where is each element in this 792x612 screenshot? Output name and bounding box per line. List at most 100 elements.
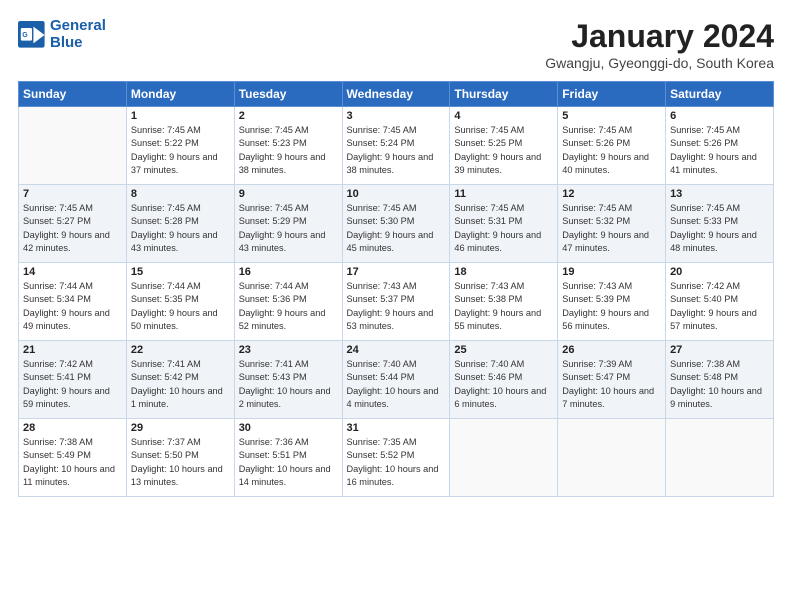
month-title: January 2024 [545,18,774,55]
day-number: 11 [454,188,553,200]
day-detail: Sunrise: 7:40 AM Sunset: 5:44 PM Dayligh… [347,358,446,411]
day-of-week-header: Tuesday [234,82,342,107]
day-of-week-header: Sunday [19,82,127,107]
day-number: 1 [131,110,230,122]
location-subtitle: Gwangju, Gyeonggi-do, South Korea [545,55,774,71]
calendar-day-cell: 27 Sunrise: 7:38 AM Sunset: 5:48 PM Dayli… [666,341,774,419]
calendar-week-row: 14 Sunrise: 7:44 AM Sunset: 5:34 PM Dayli… [19,263,774,341]
day-number: 16 [239,266,338,278]
day-number: 26 [562,344,661,356]
day-detail: Sunrise: 7:45 AM Sunset: 5:22 PM Dayligh… [131,124,230,177]
day-detail: Sunrise: 7:43 AM Sunset: 5:37 PM Dayligh… [347,280,446,333]
calendar-day-cell: 19 Sunrise: 7:43 AM Sunset: 5:39 PM Dayli… [558,263,666,341]
day-number: 30 [239,422,338,434]
day-detail: Sunrise: 7:45 AM Sunset: 5:32 PM Dayligh… [562,202,661,255]
calendar-day-cell: 17 Sunrise: 7:43 AM Sunset: 5:37 PM Dayli… [342,263,450,341]
day-number: 15 [131,266,230,278]
day-of-week-header: Wednesday [342,82,450,107]
calendar-day-cell: 15Sunrise: 7:44 AM Sunset: 5:35 PM Dayli… [126,263,234,341]
logo: G General Blue [18,18,106,51]
day-number: 8 [131,188,230,200]
calendar-day-cell: 13 Sunrise: 7:45 AM Sunset: 5:33 PM Dayli… [666,185,774,263]
calendar-day-cell: 16 Sunrise: 7:44 AM Sunset: 5:36 PM Dayli… [234,263,342,341]
day-detail: Sunrise: 7:43 AM Sunset: 5:39 PM Dayligh… [562,280,661,333]
day-number: 14 [23,266,122,278]
calendar-day-cell: 6Sunrise: 7:45 AM Sunset: 5:26 PM Daylig… [666,107,774,185]
calendar-day-cell: 14 Sunrise: 7:44 AM Sunset: 5:34 PM Dayli… [19,263,127,341]
logo-icon: G [18,21,46,49]
day-number: 3 [347,110,446,122]
day-of-week-header: Saturday [666,82,774,107]
calendar-day-cell: 18 Sunrise: 7:43 AM Sunset: 5:38 PM Dayli… [450,263,558,341]
calendar-day-cell: 20 Sunrise: 7:42 AM Sunset: 5:40 PM Dayli… [666,263,774,341]
day-detail: Sunrise: 7:41 AM Sunset: 5:42 PM Dayligh… [131,358,230,411]
page-header: G General Blue January 2024 Gwangju, Gye… [18,18,774,71]
day-detail: Sunrise: 7:45 AM Sunset: 5:23 PM Dayligh… [239,124,338,177]
calendar-day-cell: 24 Sunrise: 7:40 AM Sunset: 5:44 PM Dayli… [342,341,450,419]
calendar-day-cell: 2 Sunrise: 7:45 AM Sunset: 5:23 PM Daylig… [234,107,342,185]
day-number: 22 [131,344,230,356]
calendar-week-row: 21 Sunrise: 7:42 AM Sunset: 5:41 PM Dayli… [19,341,774,419]
day-detail: Sunrise: 7:37 AM Sunset: 5:50 PM Dayligh… [131,436,230,489]
day-detail: Sunrise: 7:35 AM Sunset: 5:52 PM Dayligh… [347,436,446,489]
day-number: 7 [23,188,122,200]
day-number: 28 [23,422,122,434]
day-detail: Sunrise: 7:44 AM Sunset: 5:36 PM Dayligh… [239,280,338,333]
day-detail: Sunrise: 7:45 AM Sunset: 5:28 PM Dayligh… [131,202,230,255]
calendar-day-cell: 25 Sunrise: 7:40 AM Sunset: 5:46 PM Dayli… [450,341,558,419]
day-detail: Sunrise: 7:45 AM Sunset: 5:33 PM Dayligh… [670,202,769,255]
calendar-day-cell: 8 Sunrise: 7:45 AM Sunset: 5:28 PM Daylig… [126,185,234,263]
empty-day-cell [19,107,127,185]
calendar-day-cell: 30 Sunrise: 7:36 AM Sunset: 5:51 PM Dayli… [234,419,342,497]
calendar-day-cell: 28 Sunrise: 7:38 AM Sunset: 5:49 PM Dayli… [19,419,127,497]
day-number: 4 [454,110,553,122]
day-detail: Sunrise: 7:45 AM Sunset: 5:27 PM Dayligh… [23,202,122,255]
day-detail: Sunrise: 7:45 AM Sunset: 5:29 PM Dayligh… [239,202,338,255]
day-of-week-header: Monday [126,82,234,107]
day-number: 20 [670,266,769,278]
calendar-day-cell: 3 Sunrise: 7:45 AM Sunset: 5:24 PM Daylig… [342,107,450,185]
day-detail: Sunrise: 7:43 AM Sunset: 5:38 PM Dayligh… [454,280,553,333]
day-detail: Sunrise: 7:38 AM Sunset: 5:48 PM Dayligh… [670,358,769,411]
calendar-day-cell: 12 Sunrise: 7:45 AM Sunset: 5:32 PM Dayli… [558,185,666,263]
day-number: 31 [347,422,446,434]
calendar-day-cell: 5Sunrise: 7:45 AM Sunset: 5:26 PM Daylig… [558,107,666,185]
day-number: 29 [131,422,230,434]
calendar-day-cell: 10Sunrise: 7:45 AM Sunset: 5:30 PM Dayli… [342,185,450,263]
calendar-day-cell: 26 Sunrise: 7:39 AM Sunset: 5:47 PM Dayli… [558,341,666,419]
empty-day-cell [450,419,558,497]
day-detail: Sunrise: 7:45 AM Sunset: 5:24 PM Dayligh… [347,124,446,177]
logo-text: General Blue [50,18,106,51]
day-number: 21 [23,344,122,356]
day-detail: Sunrise: 7:41 AM Sunset: 5:43 PM Dayligh… [239,358,338,411]
day-number: 25 [454,344,553,356]
day-detail: Sunrise: 7:44 AM Sunset: 5:34 PM Dayligh… [23,280,122,333]
calendar-day-cell: 11 Sunrise: 7:45 AM Sunset: 5:31 PM Dayli… [450,185,558,263]
day-detail: Sunrise: 7:36 AM Sunset: 5:51 PM Dayligh… [239,436,338,489]
day-number: 18 [454,266,553,278]
day-number: 12 [562,188,661,200]
empty-day-cell [666,419,774,497]
day-detail: Sunrise: 7:40 AM Sunset: 5:46 PM Dayligh… [454,358,553,411]
day-number: 6 [670,110,769,122]
day-number: 23 [239,344,338,356]
day-detail: Sunrise: 7:38 AM Sunset: 5:49 PM Dayligh… [23,436,122,489]
day-detail: Sunrise: 7:42 AM Sunset: 5:40 PM Dayligh… [670,280,769,333]
empty-day-cell [558,419,666,497]
day-of-week-header: Thursday [450,82,558,107]
day-number: 17 [347,266,446,278]
day-detail: Sunrise: 7:45 AM Sunset: 5:30 PM Dayligh… [347,202,446,255]
day-number: 24 [347,344,446,356]
day-detail: Sunrise: 7:39 AM Sunset: 5:47 PM Dayligh… [562,358,661,411]
svg-text:G: G [22,32,28,39]
day-number: 19 [562,266,661,278]
calendar-week-row: 7 Sunrise: 7:45 AM Sunset: 5:27 PM Daylig… [19,185,774,263]
day-number: 27 [670,344,769,356]
day-number: 2 [239,110,338,122]
calendar-day-cell: 7 Sunrise: 7:45 AM Sunset: 5:27 PM Daylig… [19,185,127,263]
day-detail: Sunrise: 7:45 AM Sunset: 5:31 PM Dayligh… [454,202,553,255]
calendar-day-cell: 31 Sunrise: 7:35 AM Sunset: 5:52 PM Dayli… [342,419,450,497]
calendar-day-cell: 4Sunrise: 7:45 AM Sunset: 5:25 PM Daylig… [450,107,558,185]
day-number: 13 [670,188,769,200]
day-detail: Sunrise: 7:42 AM Sunset: 5:41 PM Dayligh… [23,358,122,411]
